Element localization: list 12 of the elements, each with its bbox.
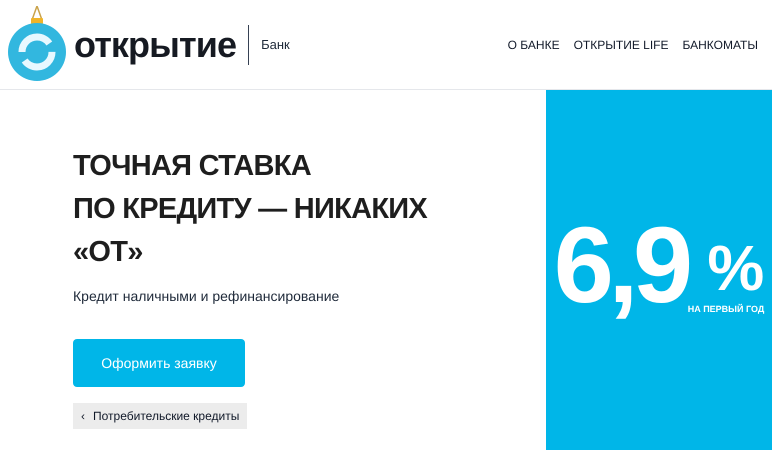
percent-sign: %: [707, 233, 764, 303]
logo-text: открытие: [74, 22, 236, 66]
breadcrumb-button[interactable]: ‹ Потребительские кредиты: [73, 403, 248, 429]
logo-subtitle: Банк: [261, 36, 290, 54]
subtitle: Кредит наличными и рефинансирование: [73, 287, 340, 306]
nav-link[interactable]: О БАНКЕ: [508, 36, 560, 54]
nav-link[interactable]: ОТКРЫТИЕ LIFE: [574, 36, 668, 54]
nav-link[interactable]: БАНКОМАТЫ: [682, 36, 758, 54]
chevron-left-icon: ‹: [81, 407, 85, 425]
rate-caption: НА ПЕРВЫЙ ГОД: [688, 304, 764, 314]
logo-icon: [6, 6, 68, 84]
headline: ТОЧНАЯ СТАВКА ПО КРЕДИТУ — НИКАКИХ «ОТ»: [73, 149, 428, 270]
